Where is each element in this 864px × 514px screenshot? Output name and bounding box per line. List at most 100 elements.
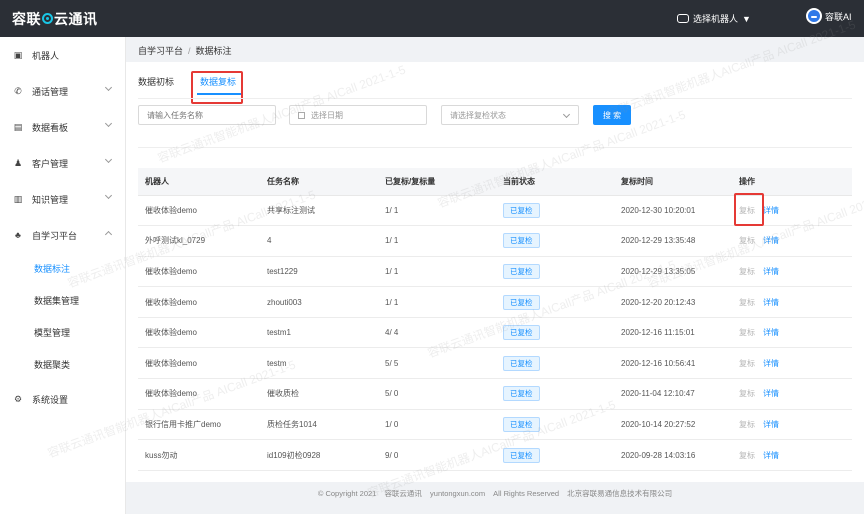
column-header: 已复标/复标量 (378, 168, 496, 196)
table-row: 催收体验demo 催收质检 5/ 0 已复检 2020-11-04 12:10:… (138, 378, 852, 410)
column-header: 复标时间 (614, 168, 732, 196)
tab-initial-annotation[interactable]: 数据初标 (138, 75, 174, 88)
table-row: 催收体验demo testm 5/ 5 已复检 2020-12-16 10:56… (138, 347, 852, 380)
sidebar-subitem-annotation[interactable]: 数据标注 (0, 253, 125, 285)
details-link[interactable]: 详情 (763, 328, 779, 337)
cell-actions: 复标 详情 (732, 439, 852, 471)
review-link[interactable]: 复标 (739, 420, 755, 429)
column-header: 机器人 (138, 168, 260, 196)
status-select[interactable]: 请选择复检状态 (441, 105, 579, 125)
cell-time: 2020-12-20 20:12:43 (614, 286, 732, 318)
status-badge: 已复检 (503, 447, 540, 463)
sidebar-item-customers[interactable]: ♟ 客户管理 (0, 145, 125, 181)
sidebar-item-knowledge[interactable]: ▥ 知识管理 (0, 181, 125, 217)
review-link[interactable]: 复标 (739, 206, 755, 215)
cell-time: 2020-10-14 20:27:52 (614, 409, 732, 441)
status-placeholder: 请选择复检状态 (450, 110, 506, 120)
review-link[interactable]: 复标 (739, 328, 755, 337)
review-link[interactable]: 复标 (739, 236, 755, 245)
sidebar-subitem-clustering[interactable]: 数据聚类 (0, 349, 125, 381)
cell-actions: 复标 详情 (732, 317, 852, 349)
date-picker[interactable]: 选择日期 (289, 105, 427, 125)
sidebar-item-settings[interactable]: ⚙ 系统设置 (0, 381, 125, 417)
cell-robot: 催收体验demo (138, 317, 260, 349)
cell-task: 共享标注测试 (260, 195, 378, 227)
cell-count: 4/ 4 (378, 317, 496, 349)
review-link[interactable]: 复标 (739, 267, 755, 276)
chevron-down-icon (104, 191, 113, 200)
robot-selector[interactable]: 选择机器人 ▼ (677, 12, 751, 25)
review-link[interactable]: 复标 (739, 451, 755, 460)
knowledge-icon: ▥ (13, 193, 23, 204)
cell-robot: 外呼测试kl_0729 (138, 225, 260, 257)
cell-count: 5/ 0 (378, 378, 496, 410)
status-badge: 已复检 (503, 355, 540, 371)
table-row: 催收体验demo zhouti003 1/ 1 已复检 2020-12-20 2… (138, 286, 852, 318)
review-link[interactable]: 复标 (739, 359, 755, 368)
breadcrumb-separator: / (188, 46, 191, 56)
cell-actions: 复标 详情 (732, 195, 852, 227)
details-link[interactable]: 详情 (763, 389, 779, 398)
caret-down-icon: ▼ (742, 13, 751, 24)
sidebar-item-dashboard[interactable]: ▤ 数据看板 (0, 109, 125, 145)
table-row: 催收体验demo 共享标注测试 1/ 1 已复检 2020-12-30 10:2… (138, 195, 852, 227)
details-link[interactable]: 详情 (763, 451, 779, 460)
cell-status: 已复检 (496, 409, 614, 441)
cell-status: 已复检 (496, 225, 614, 257)
cell-status: 已复检 (496, 195, 614, 227)
column-header: 任务名称 (260, 168, 378, 196)
status-badge: 已复检 (503, 263, 540, 279)
sidebar-item-self-learning[interactable]: ♣ 自学习平台 (0, 217, 125, 253)
details-link[interactable]: 详情 (763, 236, 779, 245)
task-name-input[interactable] (138, 105, 276, 125)
table-row: 催收体验demo test1229 1/ 1 已复检 2020-12-29 13… (138, 256, 852, 288)
details-link[interactable]: 详情 (763, 206, 779, 215)
sidebar-subitem-models[interactable]: 模型管理 (0, 317, 125, 349)
cell-time: 2020-12-30 10:20:01 (614, 195, 732, 227)
breadcrumb-root[interactable]: 自学习平台 (138, 46, 183, 56)
sidebar-item-robot[interactable]: ▣ 机器人 (0, 37, 125, 73)
sidebar-item-calls[interactable]: ✆ 通话管理 (0, 73, 125, 109)
cell-actions: 复标 详情 (732, 378, 852, 410)
table-row: kuss勿动 id109初检0928 9/ 0 已复检 2020-09-28 1… (138, 439, 852, 471)
robot-icon: ▣ (13, 49, 23, 60)
review-link[interactable]: 复标 (739, 298, 755, 307)
phone-icon: ✆ (14, 85, 22, 96)
status-badge: 已复检 (503, 294, 540, 310)
sidebar-subitem-datasets[interactable]: 数据集管理 (0, 285, 125, 317)
cell-time: 2020-12-16 10:56:41 (614, 347, 732, 380)
cell-count: 1/ 0 (378, 409, 496, 441)
date-placeholder: 选择日期 (311, 110, 343, 120)
dashboard-icon: ▤ (13, 121, 23, 132)
review-link[interactable]: 复标 (739, 389, 755, 398)
chevron-down-icon (104, 119, 113, 128)
user-menu[interactable]: 容联AI (806, 8, 852, 24)
cell-status: 已复检 (496, 439, 614, 471)
cell-count: 1/ 1 (378, 225, 496, 257)
sidebar-item-label: 系统设置 (32, 394, 69, 405)
details-link[interactable]: 详情 (763, 420, 779, 429)
details-link[interactable]: 详情 (763, 359, 779, 368)
footer-brand: 容联云通讯 (384, 489, 422, 498)
cell-task: zhouti003 (260, 286, 378, 318)
cell-task: 4 (260, 225, 378, 257)
cell-time: 2020-09-28 14:03:16 (614, 439, 732, 471)
cell-time: 2020-12-29 13:35:48 (614, 225, 732, 257)
customers-icon: ♟ (13, 157, 23, 168)
footer-company: 北京容联易通信息技术有限公司 (567, 489, 673, 498)
robot-selector-label: 选择机器人 (693, 14, 739, 24)
search-button[interactable]: 搜 索 (593, 105, 631, 125)
cell-robot: kuss勿动 (138, 439, 260, 471)
settings-icon: ⚙ (13, 393, 23, 404)
details-link[interactable]: 详情 (763, 298, 779, 307)
table-row: 催收体验demo testm1 4/ 4 已复检 2020-12-16 11:1… (138, 317, 852, 349)
brand-ring-icon (42, 13, 53, 24)
sidebar-item-label: 客户管理 (32, 158, 69, 169)
sidebar-item-label: 通话管理 (32, 86, 69, 97)
footer-copyright: © Copyright 2021 (317, 489, 377, 498)
table-row: 外呼测试kl_0729 4 1/ 1 已复检 2020-12-29 13:35:… (138, 225, 852, 257)
cell-status: 已复检 (496, 347, 614, 380)
details-link[interactable]: 详情 (763, 267, 779, 276)
cell-count: 1/ 1 (378, 286, 496, 318)
cell-status: 已复检 (496, 317, 614, 349)
